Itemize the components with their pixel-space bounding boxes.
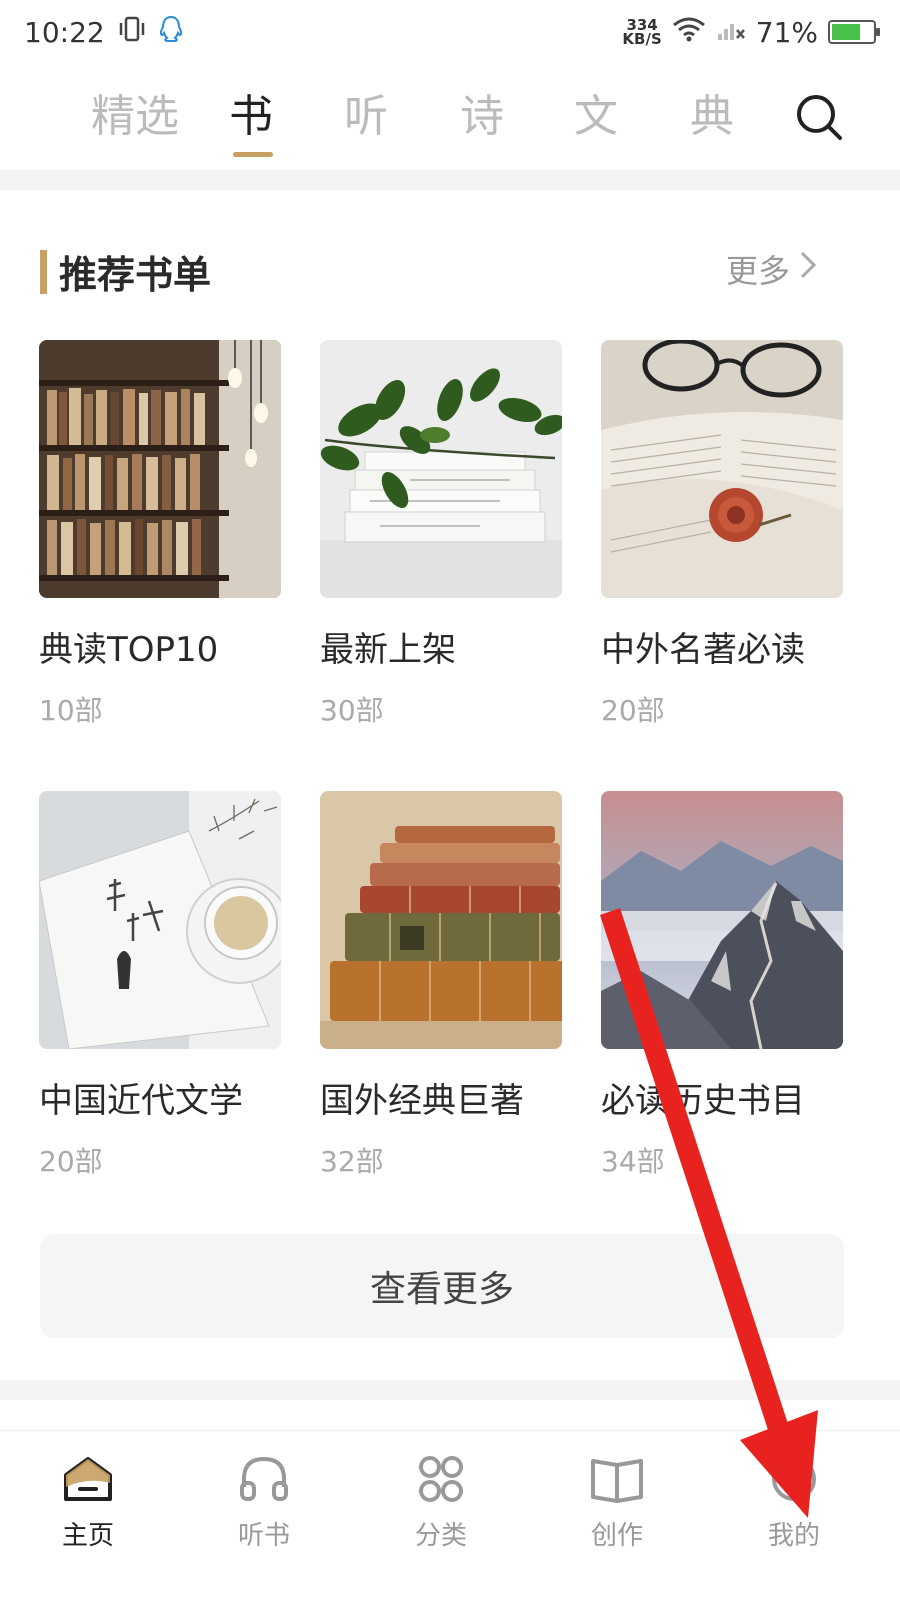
network-speed: 334 KB/S (622, 18, 662, 48)
home-icon (60, 1453, 116, 1509)
battery-fill (832, 24, 861, 40)
book-list-name: 必读历史书目 (601, 1081, 805, 1121)
signal-icon (716, 16, 746, 49)
book-list-count: 32部 (320, 1145, 384, 1178)
book-list-card[interactable]: 典读TOP10 10部 (39, 340, 281, 729)
tab-classics[interactable]: 典 (667, 80, 757, 144)
book-list-name: 典读TOP10 (39, 630, 219, 670)
tab-featured[interactable]: 精选 (90, 80, 180, 144)
section-header: 推荐书单 (40, 244, 211, 299)
more-label: 更多 (726, 252, 791, 290)
tab-prose[interactable]: 文 (551, 80, 641, 144)
book-list-name: 中国近代文学 (39, 1081, 243, 1121)
nav-audiobooks[interactable]: 听书 (204, 1453, 324, 1552)
tab-books[interactable]: 书 (206, 80, 296, 144)
qq-icon (159, 15, 183, 50)
bookshelf-library-photo (39, 340, 281, 598)
section-divider (0, 170, 900, 190)
nav-label: 主页 (61, 1521, 114, 1551)
chevron-right-icon (790, 249, 818, 289)
vibrate-icon (119, 15, 145, 50)
book-list-name: 最新上架 (320, 630, 456, 670)
book-and-teacup-photo (39, 791, 281, 1049)
nav-home[interactable]: 主页 (28, 1453, 148, 1552)
bottom-nav: 主页 听书 分类 创作 我的 (0, 1430, 900, 1600)
nav-profile[interactable]: 我的 (734, 1453, 854, 1552)
tab-poetry[interactable]: 诗 (437, 80, 527, 144)
book-list-card[interactable]: 必读历史书目 34部 (601, 791, 843, 1180)
search-icon (790, 95, 850, 152)
search-button[interactable] (790, 88, 850, 148)
book-list-count: 10部 (39, 694, 103, 727)
nav-label: 分类 (414, 1521, 467, 1551)
battery-icon (828, 20, 880, 44)
book-list-name: 国外经典巨著 (320, 1081, 524, 1121)
top-tab-bar: 精选 书 听 诗 文 典 (0, 70, 900, 170)
nav-create[interactable]: 创作 (557, 1453, 677, 1552)
section-accent-bar (40, 249, 47, 294)
book-list-card[interactable]: 中国近代文学 20部 (39, 791, 281, 1180)
section-divider (0, 1380, 900, 1400)
book-list-count: 20部 (601, 694, 665, 727)
profile-icon (766, 1453, 822, 1509)
nav-label: 听书 (237, 1521, 290, 1551)
grid-circles-icon (413, 1453, 469, 1509)
book-list-count: 20部 (39, 1145, 103, 1178)
headphones-icon (236, 1453, 292, 1509)
wifi-icon (672, 16, 706, 49)
tab-listen[interactable]: 听 (321, 80, 411, 144)
plant-on-book-stack-photo (320, 340, 562, 598)
more-link[interactable]: 更多 (726, 246, 818, 292)
view-more-button[interactable]: 查看更多 (40, 1234, 844, 1338)
open-book-glasses-rose-photo (601, 340, 843, 598)
battery-percent: 71% (755, 15, 818, 49)
active-tab-indicator (233, 152, 273, 157)
nav-label: 我的 (767, 1521, 820, 1551)
nav-label: 创作 (590, 1521, 643, 1551)
antique-books-stack-photo (320, 791, 562, 1049)
nav-categories[interactable]: 分类 (381, 1453, 501, 1552)
book-list-card[interactable]: 最新上架 30部 (320, 340, 562, 729)
open-book-icon (589, 1453, 645, 1509)
book-list-card[interactable]: 中外名著必读 20部 (601, 340, 843, 729)
speed-unit: KB/S (622, 30, 662, 48)
status-bar: 10:22 334 KB/S 71% (0, 0, 900, 64)
section-title: 推荐书单 (59, 253, 212, 297)
book-list-card[interactable]: 国外经典巨著 32部 (320, 791, 562, 1180)
book-list-name: 中外名著必读 (601, 630, 805, 670)
status-time: 10:22 (24, 15, 105, 49)
book-list-count: 30部 (320, 694, 384, 727)
great-wall-mountains-photo (601, 791, 843, 1049)
book-list-count: 34部 (601, 1145, 665, 1178)
